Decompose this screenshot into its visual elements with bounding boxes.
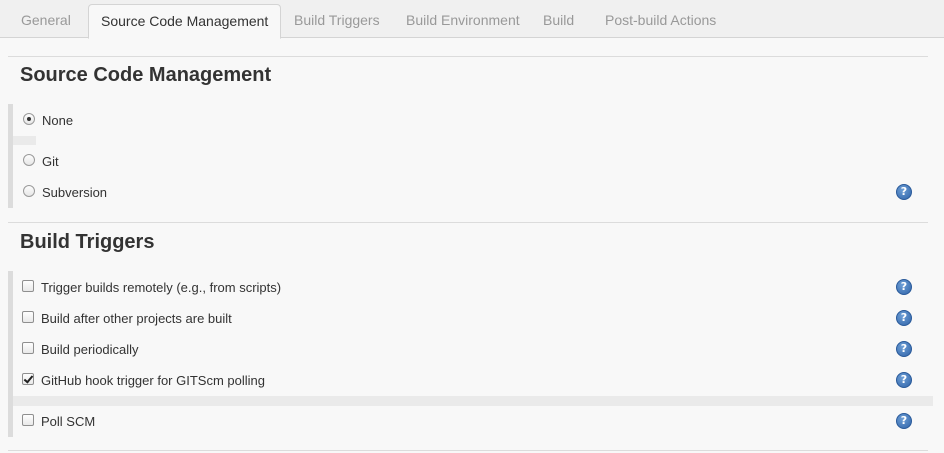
poll-scm-label[interactable]: Poll SCM: [41, 414, 95, 429]
trigger-remote-checkbox[interactable]: [22, 280, 34, 292]
scm-option-separator: [13, 136, 36, 145]
build-periodically-label[interactable]: Build periodically: [41, 342, 139, 357]
scm-git-label[interactable]: Git: [42, 154, 59, 169]
build-periodically-checkbox[interactable]: [22, 342, 34, 354]
scm-subversion-label[interactable]: Subversion: [42, 185, 107, 200]
section-divider: [8, 450, 928, 451]
scm-section-title: Source Code Management: [20, 64, 272, 86]
scm-subversion-radio[interactable]: [23, 185, 35, 197]
trigger-option-separator: [13, 396, 933, 406]
config-tab-bar: General Source Code Management Build Tri…: [0, 0, 944, 39]
trigger-remote-label[interactable]: Trigger builds remotely (e.g., from scri…: [41, 280, 281, 295]
tab-general[interactable]: General: [9, 7, 83, 38]
help-icon-build-periodically[interactable]: ?: [896, 341, 912, 357]
section-divider: [8, 222, 928, 223]
tab-source-code-management[interactable]: Source Code Management: [88, 4, 282, 39]
scm-none-label[interactable]: None: [42, 113, 73, 128]
tab-post-build-actions[interactable]: Post-build Actions: [593, 7, 728, 38]
help-icon-build-after-other[interactable]: ?: [896, 310, 912, 326]
scm-none-radio[interactable]: [23, 113, 35, 125]
tab-build[interactable]: Build: [531, 7, 586, 38]
triggers-section-title: Build Triggers: [20, 231, 155, 253]
help-icon-poll-scm[interactable]: ?: [896, 413, 912, 429]
build-after-other-label[interactable]: Build after other projects are built: [41, 311, 232, 326]
section-divider: [8, 56, 928, 57]
tab-build-environment[interactable]: Build Environment: [394, 7, 532, 38]
poll-scm-checkbox[interactable]: [22, 414, 34, 426]
tab-build-triggers[interactable]: Build Triggers: [282, 7, 392, 38]
scm-options-bar: [8, 104, 13, 208]
help-icon-trigger-remote[interactable]: ?: [896, 279, 912, 295]
github-hook-trigger-label[interactable]: GitHub hook trigger for GITScm polling: [41, 373, 265, 388]
help-icon-github-hook[interactable]: ?: [896, 372, 912, 388]
build-after-other-checkbox[interactable]: [22, 311, 34, 323]
github-hook-trigger-checkbox[interactable]: [22, 373, 34, 385]
triggers-options-bar: [8, 271, 13, 437]
help-icon-subversion[interactable]: ?: [896, 184, 912, 200]
scm-git-radio[interactable]: [23, 154, 35, 166]
